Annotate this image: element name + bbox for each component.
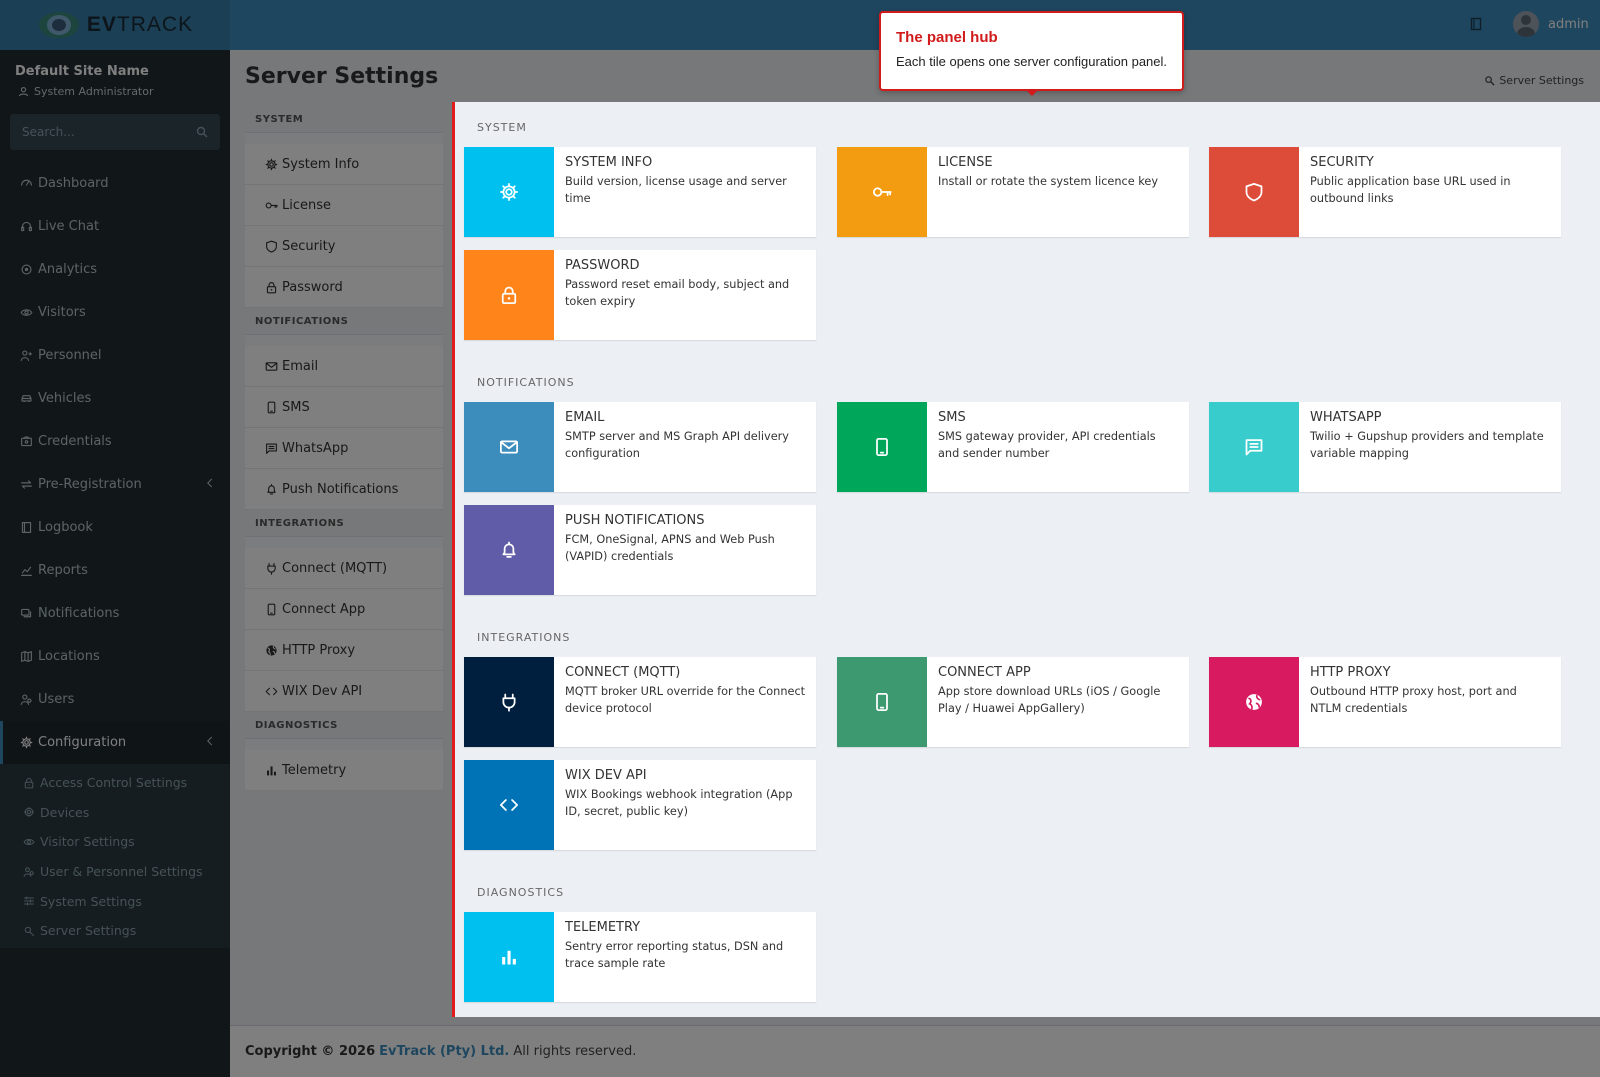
- plug-icon: [502, 693, 516, 712]
- tile-body: SMS SMS gateway provider, API credential…: [927, 402, 1189, 492]
- tile-title: PASSWORD: [565, 258, 640, 273]
- tile-title: SYSTEM INFO: [565, 155, 653, 170]
- bar-chart-icon: [502, 950, 516, 965]
- key-icon: [873, 187, 892, 197]
- gear-icon: [500, 183, 518, 201]
- tile-icon-box: [1209, 147, 1299, 237]
- tile-body: WIX DEV API WIX Bookings webhook integra…: [554, 760, 816, 850]
- tile-title: TELEMETRY: [565, 920, 641, 935]
- tile-title: WIX DEV API: [565, 768, 647, 783]
- envelope-icon: [500, 440, 518, 454]
- tile-description: Password reset email body, subject and t…: [565, 278, 790, 308]
- tile-description: FCM, OneSignal, APNS and Web Push (VAPID…: [565, 533, 775, 563]
- section-label: INTEGRATIONS: [477, 631, 571, 644]
- phone-icon: [876, 438, 888, 456]
- tile-whatsapp[interactable]: WHATSAPP Twilio + Gupshup providers and …: [1209, 402, 1561, 492]
- tile-password[interactable]: PASSWORD Password reset email body, subj…: [464, 250, 816, 340]
- tile-body: WHATSAPP Twilio + Gupshup providers and …: [1299, 402, 1561, 492]
- tile-icon-box: [837, 657, 927, 747]
- section-label: NOTIFICATIONS: [477, 376, 575, 389]
- dim-overlay: [0, 1017, 1600, 1077]
- section-label: DIAGNOSTICS: [477, 886, 565, 899]
- tile-description: Sentry error reporting status, DSN and t…: [565, 940, 784, 970]
- tile-body: CONNECT (MQTT) MQTT broker URL override …: [554, 657, 816, 747]
- section-label: SYSTEM: [477, 121, 527, 134]
- tile-description: App store download URLs (iOS / Google Pl…: [938, 685, 1161, 715]
- tile-icon-box: [1209, 402, 1299, 492]
- tile-icon-box: [464, 760, 554, 850]
- tile-description: Twilio + Gupshup providers and template …: [1310, 430, 1544, 460]
- tile-title: SECURITY: [1310, 155, 1374, 170]
- tile-description: Public application base URL used in outb…: [1310, 175, 1511, 205]
- tile-description: MQTT broker URL override for the Connect…: [565, 685, 806, 715]
- tile-title: CONNECT APP: [938, 665, 1031, 680]
- tile-body: EMAIL SMTP server and MS Graph API deliv…: [554, 402, 816, 492]
- callout-text: Each tile opens one server configuration…: [896, 54, 1168, 69]
- tile-title: HTTP PROXY: [1310, 665, 1391, 680]
- tile-description: Outbound HTTP proxy host, port and NTLM …: [1310, 685, 1517, 715]
- tile-icon-box: [464, 402, 554, 492]
- tile-title: SMS: [938, 410, 966, 425]
- tile-body: TELEMETRY Sentry error reporting status,…: [554, 912, 816, 1002]
- tile-icon-box: [464, 657, 554, 747]
- tile-connect-app[interactable]: CONNECT APP App store download URLs (iOS…: [837, 657, 1189, 747]
- tile-license[interactable]: LICENSE Install or rotate the system lic…: [837, 147, 1189, 237]
- tile-icon-box: [837, 402, 927, 492]
- tile-description: Build version, license usage and server …: [565, 175, 787, 205]
- tile-body: PUSH NOTIFICATIONS FCM, OneSignal, APNS …: [554, 505, 816, 595]
- tile-sms[interactable]: SMS SMS gateway provider, API credential…: [837, 402, 1189, 492]
- tile-wix-dev-api[interactable]: WIX DEV API WIX Bookings webhook integra…: [464, 760, 816, 850]
- tile-title: LICENSE: [938, 155, 993, 170]
- tour-callout: The panel hub Each tile opens one server…: [879, 11, 1184, 91]
- bell-icon: [502, 541, 516, 558]
- dim-overlay: [0, 0, 1600, 102]
- tile-body: HTTP PROXY Outbound HTTP proxy host, por…: [1299, 657, 1561, 747]
- tile-icon-box: [1209, 657, 1299, 747]
- tile-title: PUSH NOTIFICATIONS: [565, 513, 705, 528]
- tile-body: PASSWORD Password reset email body, subj…: [554, 250, 816, 340]
- panel-hub: SYSTEM SYSTEM INFO Build version, licens…: [452, 102, 1600, 1017]
- callout-arrow: [1025, 89, 1039, 96]
- tile-body: SECURITY Public application base URL use…: [1299, 147, 1561, 237]
- message-icon: [1245, 439, 1263, 456]
- tile-icon-box: [464, 147, 554, 237]
- tile-system-info[interactable]: SYSTEM INFO Build version, license usage…: [464, 147, 816, 237]
- tile-email[interactable]: EMAIL SMTP server and MS Graph API deliv…: [464, 402, 816, 492]
- tile-description: SMS gateway provider, API credentials an…: [938, 430, 1156, 460]
- tile-title: CONNECT (MQTT): [565, 665, 681, 680]
- lock-icon: [501, 286, 517, 304]
- shield-icon: [1245, 183, 1263, 202]
- tile-title: EMAIL: [565, 410, 605, 425]
- tile-push-notifications[interactable]: PUSH NOTIFICATIONS FCM, OneSignal, APNS …: [464, 505, 816, 595]
- tile-description: Install or rotate the system licence key: [938, 175, 1159, 188]
- tile-http-proxy[interactable]: HTTP PROXY Outbound HTTP proxy host, por…: [1209, 657, 1561, 747]
- tile-telemetry[interactable]: TELEMETRY Sentry error reporting status,…: [464, 912, 816, 1002]
- tile-description: WIX Bookings webhook integration (App ID…: [565, 788, 793, 818]
- globe-icon: [1246, 694, 1262, 710]
- tile-icon-box: [837, 147, 927, 237]
- tile-icon-box: [464, 912, 554, 1002]
- dim-overlay: [0, 102, 452, 1017]
- tile-title: WHATSAPP: [1310, 410, 1382, 425]
- tile-icon-box: [464, 505, 554, 595]
- tile-body: SYSTEM INFO Build version, license usage…: [554, 147, 816, 237]
- code-icon: [500, 799, 518, 811]
- tile-connect-mqtt[interactable]: CONNECT (MQTT) MQTT broker URL override …: [464, 657, 816, 747]
- callout-title: The panel hub: [896, 29, 998, 46]
- tile-icon-box: [464, 250, 554, 340]
- tile-body: LICENSE Install or rotate the system lic…: [927, 147, 1168, 237]
- tile-body: CONNECT APP App store download URLs (iOS…: [927, 657, 1189, 747]
- tile-description: SMTP server and MS Graph API delivery co…: [565, 430, 789, 460]
- tile-security[interactable]: SECURITY Public application base URL use…: [1209, 147, 1561, 237]
- phone-icon: [876, 693, 888, 711]
